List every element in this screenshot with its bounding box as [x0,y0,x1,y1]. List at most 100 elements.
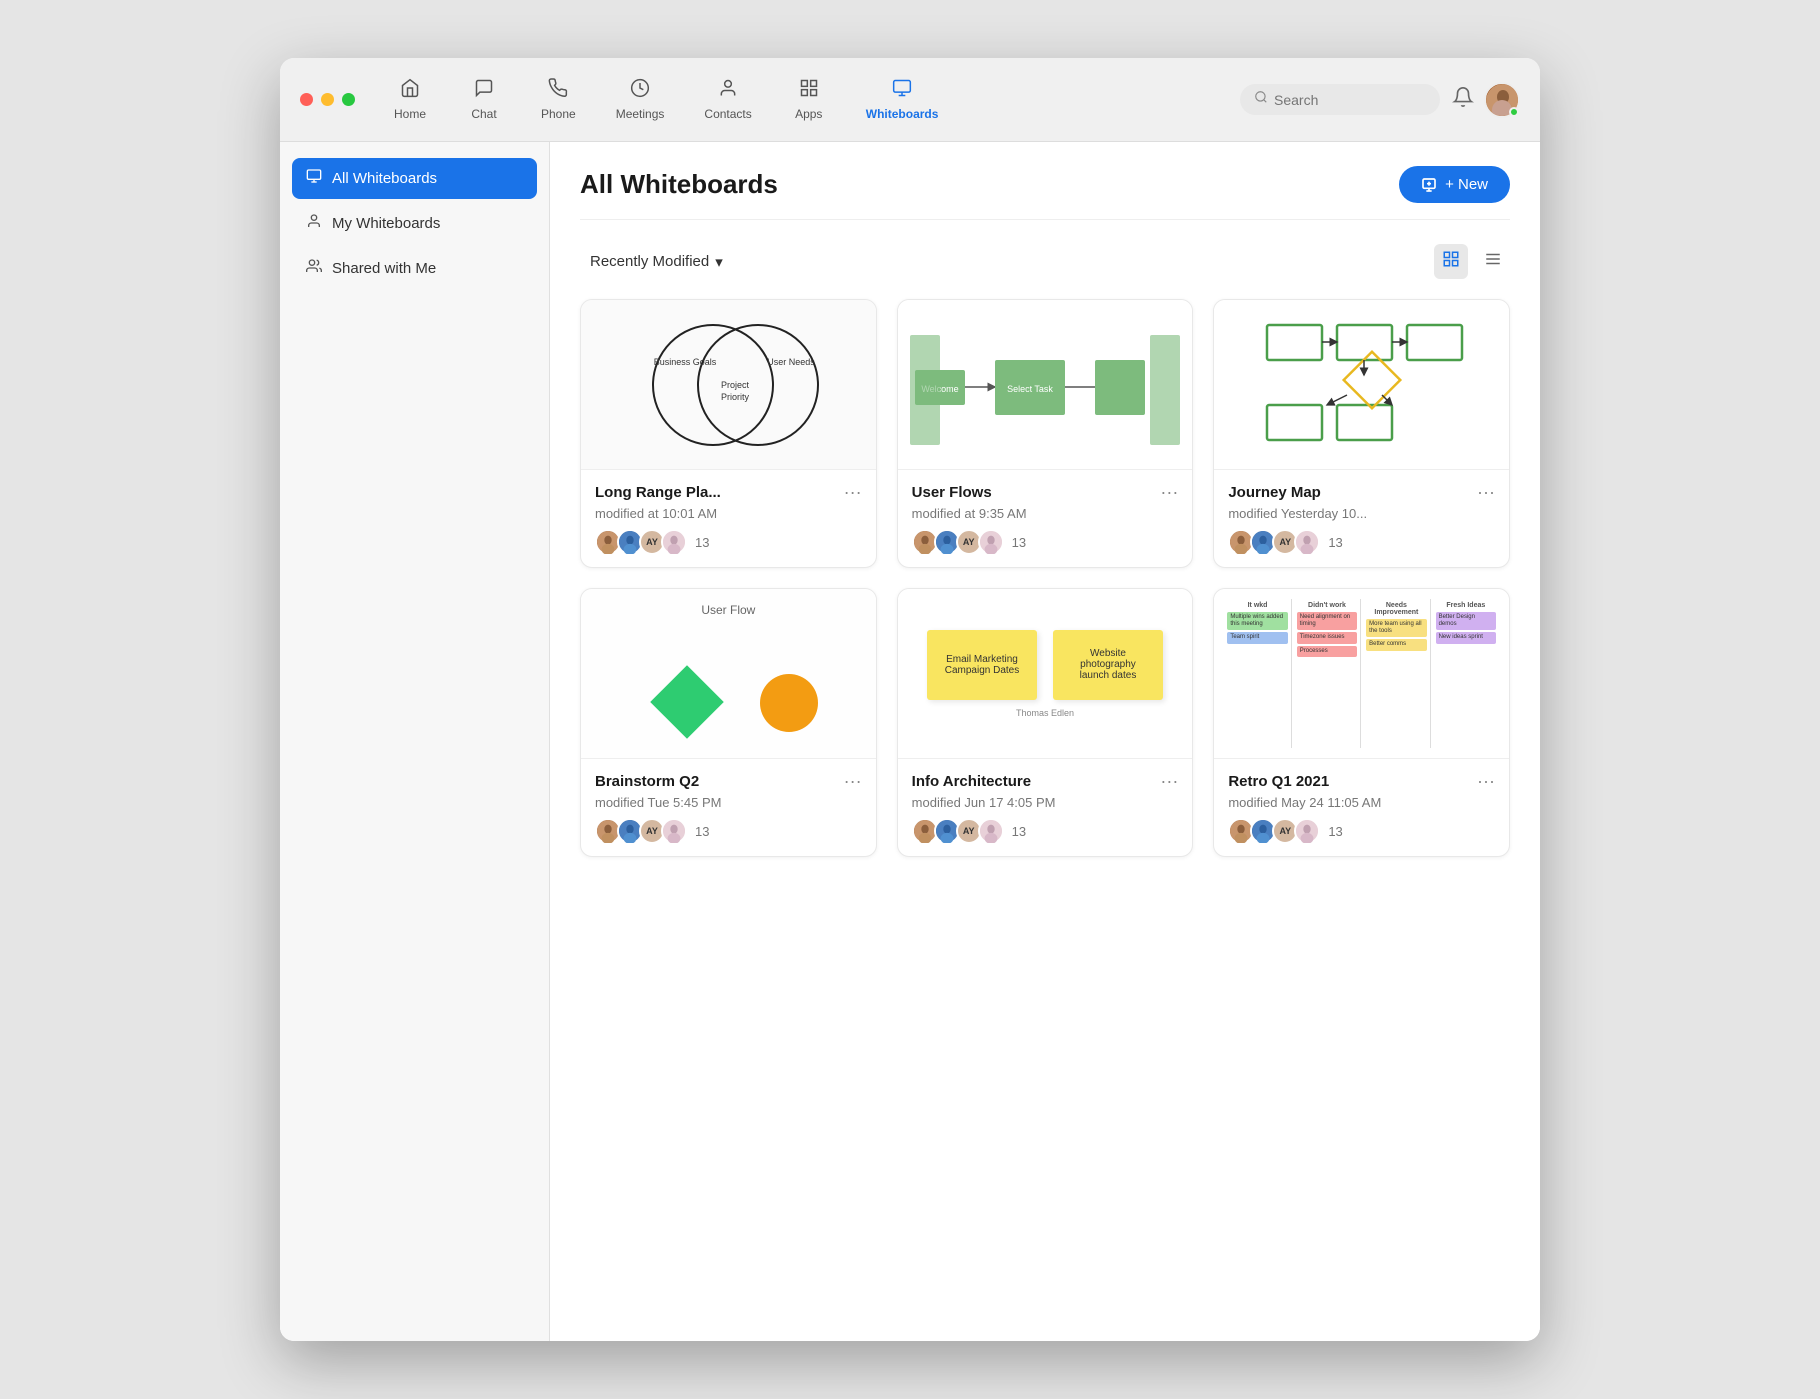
whiteboard-card-journey-map[interactable]: Journey Map ··· modified Yesterday 10... [1213,299,1510,568]
whiteboard-card-user-flows[interactable]: Welcome Select Task [897,299,1194,568]
collaborators-count: 13 [695,535,709,550]
whiteboard-info-brainstorm: Brainstorm Q2 ··· modified Tue 5:45 PM A [581,759,876,856]
nav-bar: Home Chat Phone Meetings [375,72,1240,127]
list-view-button[interactable] [1476,244,1510,279]
traffic-lights [300,93,355,106]
minimize-button[interactable] [321,93,334,106]
avatar-3 [1294,529,1320,555]
notifications-icon[interactable] [1452,86,1474,114]
sticky-note-2: Website photography launch dates [1053,630,1163,700]
my-whiteboards-icon [306,213,322,234]
view-toggle [1434,244,1510,279]
user-avatar-wrapper[interactable] [1484,82,1520,118]
home-icon [400,78,420,103]
online-status-dot [1509,107,1519,117]
apps-icon [799,78,819,103]
phone-icon [548,78,568,103]
whiteboard-info-long-range: Long Range Pla... ··· modified at 10:01 … [581,470,876,567]
whiteboard-preview-journey [1214,300,1509,470]
nav-label-contacts: Contacts [704,107,751,121]
chat-icon [474,78,494,103]
nav-item-apps[interactable]: Apps [774,72,844,127]
search-input[interactable] [1274,92,1426,108]
whiteboard-title: Long Range Pla... [595,484,721,501]
collaborators-count: 13 [1328,824,1342,839]
author-label: Thomas Edlen [1016,708,1074,718]
avatar-3 [978,818,1004,844]
whiteboard-title: Journey Map [1228,484,1321,501]
chevron-down-icon: ▾ [715,253,723,271]
circle-shape [760,674,818,732]
sidebar-item-all-whiteboards[interactable]: All Whiteboards [292,158,537,199]
page-title: All Whiteboards [580,169,778,200]
whiteboard-modified: modified Jun 17 4:05 PM [912,795,1179,810]
nav-label-apps: Apps [795,107,822,121]
nav-label-home: Home [394,107,426,121]
filter-dropdown[interactable]: Recently Modified ▾ [580,247,733,277]
whiteboard-avatars: AY 13 [912,529,1179,555]
whiteboard-preview-retro: It wkd Multiple wins added this meeting … [1214,589,1509,759]
grid-view-button[interactable] [1434,244,1468,279]
more-options-button[interactable]: ··· [1160,482,1178,503]
nav-item-meetings[interactable]: Meetings [598,72,683,127]
new-whiteboard-button[interactable]: + New [1399,166,1510,203]
whiteboard-title: Retro Q1 2021 [1228,773,1329,790]
nav-item-phone[interactable]: Phone [523,72,594,127]
shared-icon [306,258,322,279]
whiteboard-avatars: AY 13 [595,818,862,844]
more-options-button[interactable]: ··· [1160,771,1178,792]
search-bar[interactable] [1240,84,1440,115]
all-whiteboards-icon [306,168,322,189]
header-icons [1452,82,1520,118]
sidebar-item-my-whiteboards[interactable]: My Whiteboards [292,203,537,244]
sidebar-label-all-whiteboards: All Whiteboards [332,170,437,187]
collaborators-count: 13 [1012,824,1026,839]
nav-item-whiteboards[interactable]: Whiteboards [848,72,957,127]
whiteboard-info-info-arch: Info Architecture ··· modified Jun 17 4:… [898,759,1193,856]
search-icon [1254,90,1268,109]
whiteboard-card-long-range[interactable]: Business Goals User Needs Project Priori… [580,299,877,568]
nav-label-chat: Chat [471,107,496,121]
more-options-button[interactable]: ··· [844,771,862,792]
sidebar-label-shared-with-me: Shared with Me [332,260,436,277]
more-options-button[interactable]: ··· [844,482,862,503]
filter-label: Recently Modified [590,253,709,270]
more-options-button[interactable]: ··· [1477,482,1495,503]
maximize-button[interactable] [342,93,355,106]
svg-text:Priority: Priority [721,392,750,402]
whiteboard-card-info-arch[interactable]: Email Marketing Campaign Dates Website p… [897,588,1194,857]
close-button[interactable] [300,93,313,106]
diamond-shape [650,665,724,739]
more-options-button[interactable]: ··· [1477,771,1495,792]
whiteboard-card-retro[interactable]: It wkd Multiple wins added this meeting … [1213,588,1510,857]
nav-item-contacts[interactable]: Contacts [686,72,769,127]
whiteboard-modified: modified Tue 5:45 PM [595,795,862,810]
whiteboard-info-journey-map: Journey Map ··· modified Yesterday 10... [1214,470,1509,567]
whiteboard-modified: modified Yesterday 10... [1228,506,1495,521]
whiteboard-title: Brainstorm Q2 [595,773,699,790]
whiteboard-modified: modified May 24 11:05 AM [1228,795,1495,810]
svg-text:Project: Project [721,380,750,390]
whiteboard-card-brainstorm[interactable]: User Flow Brainstorm Q2 ··· modified Tue… [580,588,877,857]
whiteboards-icon [892,78,912,103]
collaborators-count: 13 [1012,535,1026,550]
nav-item-chat[interactable]: Chat [449,72,519,127]
whiteboard-title: User Flows [912,484,992,501]
new-button-label: + New [1445,176,1488,193]
main-layout: All Whiteboards My Whiteboards Shared wi… [280,142,1540,1341]
contacts-icon [718,78,738,103]
nav-label-whiteboards: Whiteboards [866,107,939,121]
whiteboard-preview-brainstorm: User Flow [581,589,876,759]
sidebar-item-shared-with-me[interactable]: Shared with Me [292,248,537,289]
content-area: All Whiteboards + New Recently Modified … [550,142,1540,1341]
content-header: All Whiteboards + New [580,166,1510,220]
whiteboard-avatars: AY 13 [1228,529,1495,555]
avatar-3 [661,818,687,844]
whiteboard-info-user-flows: User Flows ··· modified at 9:35 AM AY [898,470,1193,567]
app-window: Home Chat Phone Meetings [280,58,1540,1341]
sticky-note-1: Email Marketing Campaign Dates [927,630,1037,700]
nav-item-home[interactable]: Home [375,72,445,127]
whiteboard-title: Info Architecture [912,773,1031,790]
meetings-icon [630,78,650,103]
sidebar-label-my-whiteboards: My Whiteboards [332,215,440,232]
